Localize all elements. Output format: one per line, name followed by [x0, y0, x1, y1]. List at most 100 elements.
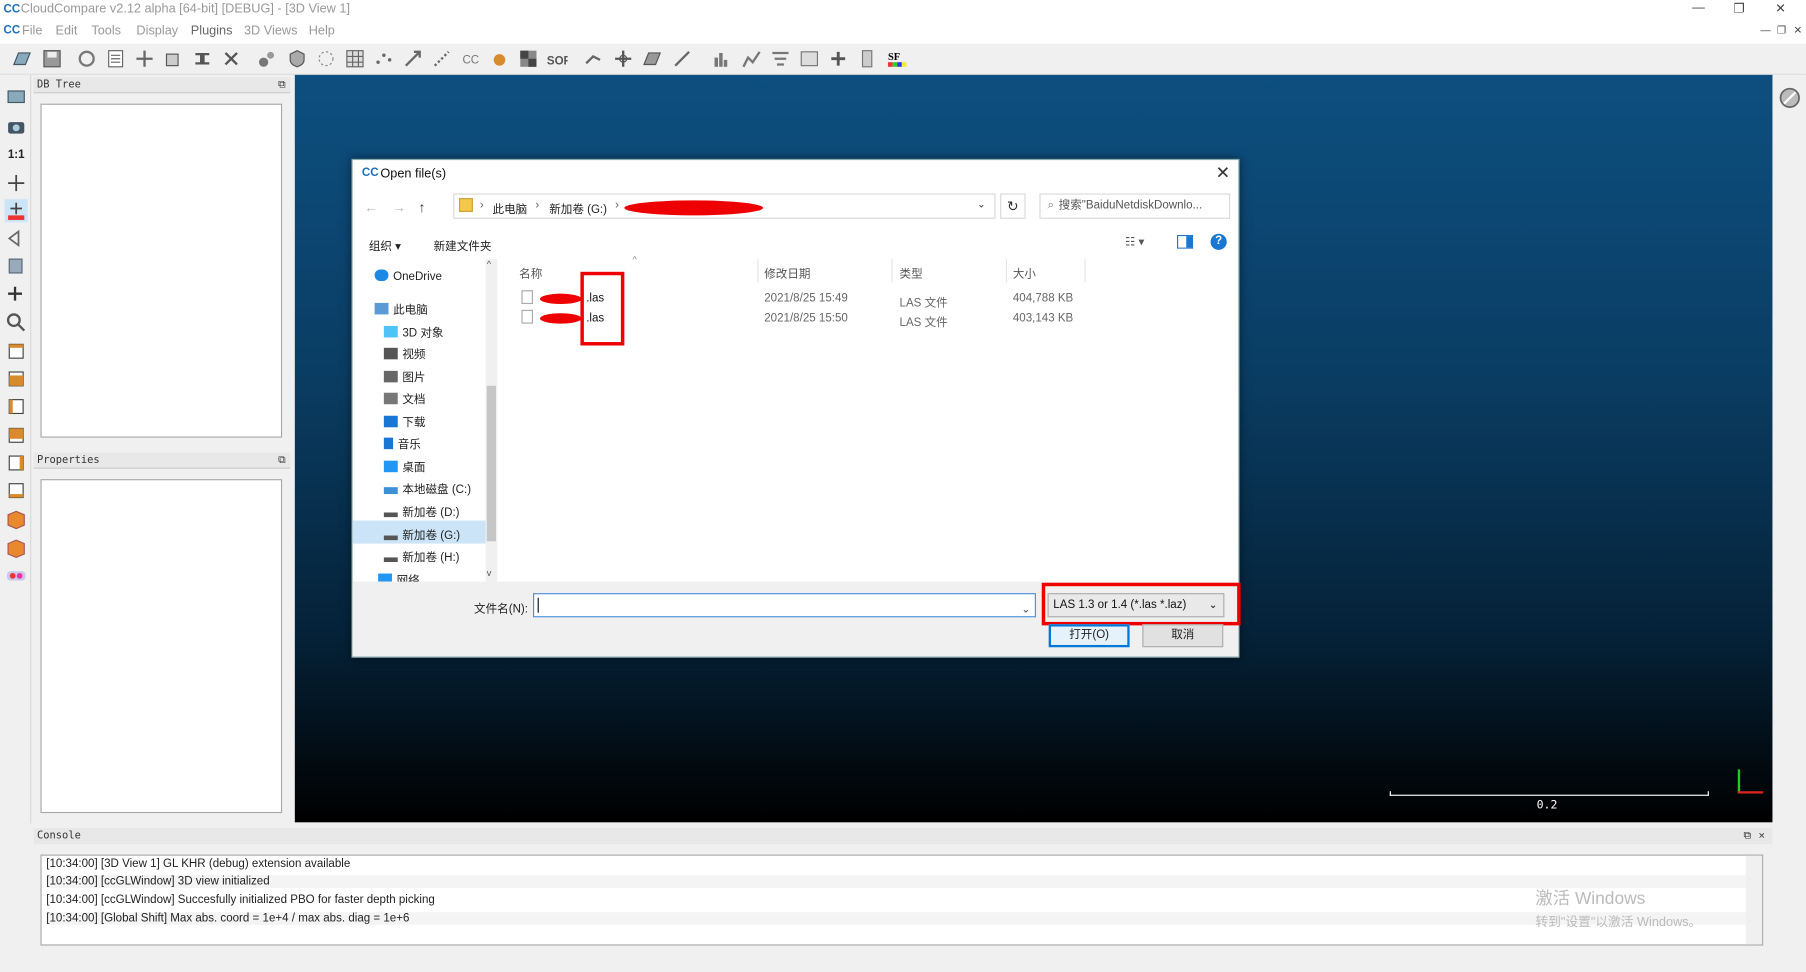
db-tree-float-icon[interactable]: ⧉ [278, 77, 285, 93]
nav-onedrive[interactable]: OneDrive [374, 269, 442, 283]
clone-icon[interactable] [163, 48, 184, 69]
scatter-icon[interactable] [373, 48, 394, 69]
nav-videos[interactable]: 视频 [383, 344, 425, 362]
menu-3d-views[interactable]: 3D Views [244, 24, 297, 38]
mdi-minimize-button[interactable]: — [1759, 24, 1773, 36]
monitor-icon[interactable] [5, 86, 28, 109]
orient-icon[interactable] [431, 48, 452, 69]
open-button[interactable]: 打开(O) [1048, 624, 1130, 648]
list-icon[interactable] [105, 48, 126, 69]
scalar-field-icon[interactable]: SF [887, 48, 908, 69]
view-right-icon[interactable] [5, 451, 28, 474]
auto-pivot-icon[interactable] [4, 199, 28, 223]
navigation-scrollbar[interactable]: ^ v [485, 259, 498, 582]
sor-icon[interactable]: SOR [547, 48, 573, 69]
add-sf-icon[interactable] [828, 48, 849, 69]
chart-icon[interactable] [741, 48, 762, 69]
column-name[interactable]: 名称 [519, 264, 542, 281]
address-bar[interactable]: › 此电脑 › 新加卷 (G:) › ⌄ [453, 193, 996, 219]
settings-icon[interactable] [76, 48, 97, 69]
plus-pivot-icon[interactable] [5, 283, 28, 306]
iso-back-icon[interactable] [5, 537, 28, 560]
transform-icon[interactable] [134, 48, 155, 69]
properties-float-icon[interactable]: ⧉ [278, 453, 285, 469]
grid-icon[interactable] [345, 48, 366, 69]
normals-icon[interactable] [402, 48, 423, 69]
menu-display[interactable]: Display [136, 24, 178, 38]
view-bottom-icon[interactable] [5, 479, 28, 502]
dialog-close-button[interactable]: ✕ [1216, 162, 1231, 184]
new-folder-button[interactable]: 新建文件夹 [434, 236, 492, 254]
noise-icon[interactable] [518, 48, 539, 69]
save-icon[interactable] [42, 48, 63, 69]
view-left-icon[interactable] [5, 395, 28, 418]
restore-button[interactable]: ❐ [1727, 1, 1750, 16]
iso-front-icon[interactable] [5, 508, 28, 531]
prohibit-icon[interactable] [1778, 86, 1801, 109]
view-top-icon[interactable] [5, 340, 28, 363]
stereo-icon[interactable] [5, 564, 28, 587]
preview-pane-icon[interactable] [1177, 234, 1194, 252]
cc-icon[interactable]: CC [460, 48, 481, 69]
shield-icon[interactable] [287, 48, 308, 69]
breadcrumb-this-pc[interactable]: 此电脑 [493, 199, 528, 217]
back-arrow-icon[interactable]: ← [364, 199, 378, 215]
console-float-icon[interactable]: ⧉ [1744, 828, 1751, 844]
cancel-button[interactable]: 取消 [1142, 624, 1224, 648]
pivot-icon[interactable] [5, 172, 28, 195]
refresh-button[interactable]: ↻ [1000, 193, 1026, 219]
up-arrow-icon[interactable]: ↑ [419, 199, 426, 215]
cube-icon[interactable] [5, 255, 28, 278]
filename-input[interactable]: ⌄ [533, 593, 1036, 618]
nav-drive-g[interactable]: 新加卷 (G:) [352, 520, 486, 544]
rotate-icon[interactable] [5, 227, 28, 250]
nav-3d-objects[interactable]: 3D 对象 [383, 322, 443, 340]
nav-this-pc[interactable]: 此电脑 [374, 299, 428, 317]
nav-pictures[interactable]: 图片 [383, 367, 425, 385]
sample-icon[interactable] [257, 48, 278, 69]
zoom-one-to-one-label[interactable]: 1:1 [5, 144, 28, 167]
column-type[interactable]: 类型 [900, 264, 923, 281]
sf-list-icon[interactable] [857, 48, 878, 69]
mdi-close-button[interactable]: ✕ [1791, 24, 1805, 37]
help-button[interactable]: ? [1210, 233, 1227, 250]
view-front-icon[interactable] [5, 367, 28, 390]
plane-icon[interactable] [642, 48, 663, 69]
nav-documents[interactable]: 文档 [383, 389, 425, 407]
view-back-icon[interactable] [5, 424, 28, 447]
delete-icon[interactable] [221, 48, 242, 69]
nav-music[interactable]: 音乐 [383, 434, 421, 451]
menu-plugins[interactable]: Plugins [191, 24, 233, 38]
camera-icon[interactable] [5, 115, 28, 138]
nav-drive-h[interactable]: 新加卷 (H:) [383, 547, 460, 564]
nav-desktop[interactable]: 桌面 [383, 457, 425, 475]
nav-drive-c[interactable]: 本地磁盘 (C:) [383, 479, 471, 496]
nav-drive-d[interactable]: 新加卷 (D:) [383, 502, 460, 519]
cloud-icon[interactable] [316, 48, 337, 69]
nav-network[interactable]: 网络 [378, 570, 420, 582]
point-pick-icon[interactable] [583, 48, 604, 69]
console-close-icon[interactable]: ✕ [1759, 828, 1765, 844]
merge-icon[interactable] [192, 48, 213, 69]
column-size[interactable]: 大小 [1013, 264, 1036, 281]
menu-help[interactable]: Help [309, 24, 335, 38]
scroll-up-icon[interactable]: ^ [487, 259, 491, 269]
search-input[interactable]: ⌕ 搜索"BaiduNetdiskDownlo... [1039, 193, 1231, 219]
measure-icon[interactable] [672, 48, 693, 69]
properties-view[interactable] [40, 479, 283, 814]
menu-file[interactable]: File [22, 24, 43, 38]
table-icon[interactable] [799, 48, 820, 69]
filter-icon[interactable] [770, 48, 791, 69]
nav-downloads[interactable]: 下载 [383, 412, 425, 430]
minimize-button[interactable]: — [1687, 1, 1710, 15]
console-scrollbar[interactable] [1745, 855, 1763, 945]
filename-dropdown-icon[interactable]: ⌄ [1021, 599, 1030, 621]
zoom-icon[interactable] [5, 311, 28, 334]
menu-tools[interactable]: Tools [91, 24, 121, 38]
open-icon[interactable] [12, 48, 33, 69]
forward-arrow-icon[interactable]: → [392, 199, 406, 215]
hand-icon[interactable] [489, 48, 510, 69]
column-date[interactable]: 修改日期 [764, 264, 810, 281]
menu-edit[interactable]: Edit [55, 24, 77, 38]
organize-button[interactable]: 组织 ▾ [369, 236, 401, 254]
